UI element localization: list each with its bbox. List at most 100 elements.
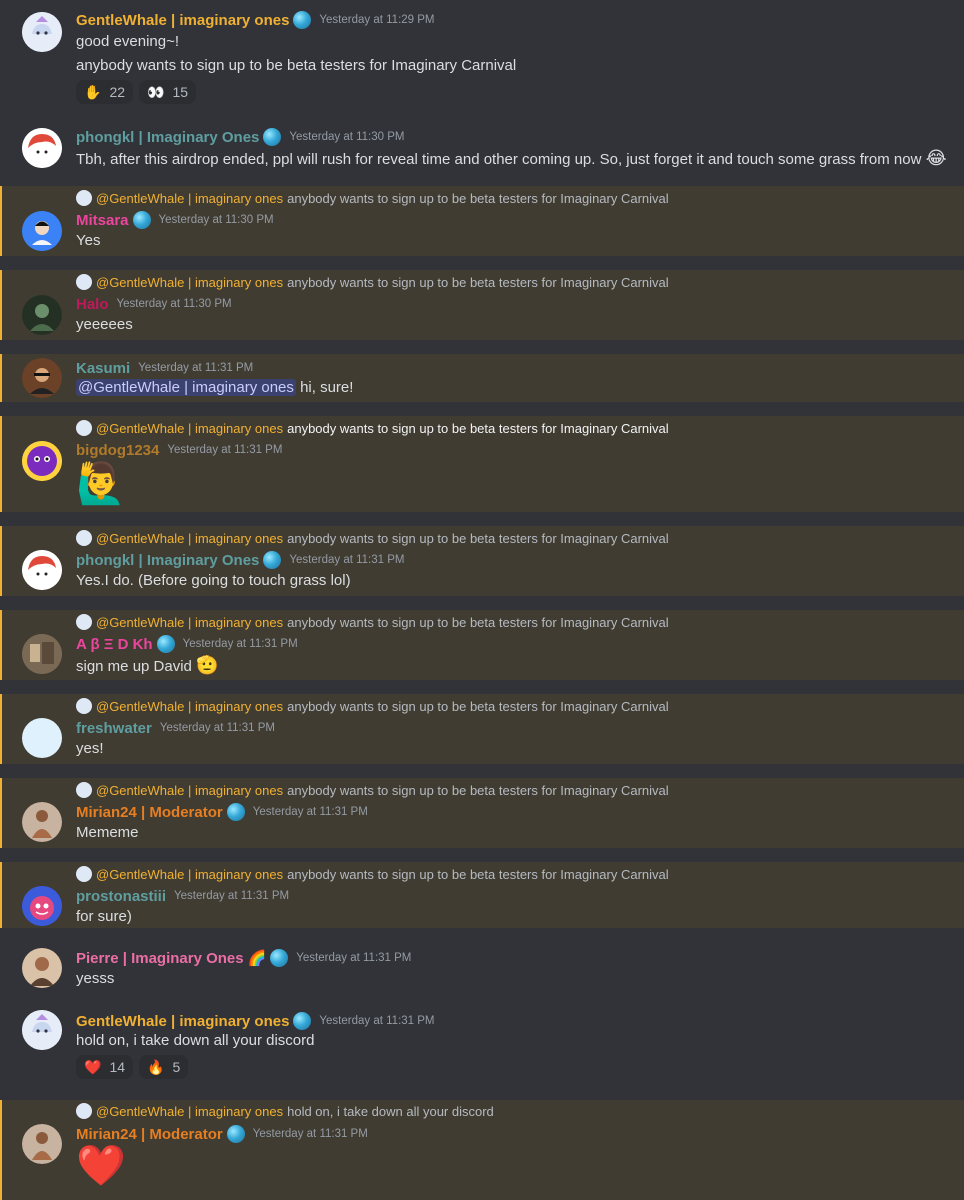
reply-preview[interactable]: @GentleWhale | imaginary ones anybody wa…: [76, 781, 669, 799]
reply-preview[interactable]: @GentleWhale | imaginary ones anybody wa…: [76, 189, 669, 207]
message[interactable]: @GentleWhale | imaginary ones anybody wa…: [0, 610, 964, 680]
reply-preview[interactable]: @GentleWhale | imaginary ones anybody wa…: [76, 697, 669, 715]
avatar[interactable]: [22, 550, 62, 590]
eyes-icon: 👀: [147, 83, 165, 100]
message-header: Halo Yesterday at 11:30 PM: [76, 293, 232, 315]
message-header: phongkl | Imaginary Ones Yesterday at 11…: [76, 549, 404, 571]
avatar[interactable]: [22, 802, 62, 842]
author-name[interactable]: phongkl | Imaginary Ones: [76, 129, 259, 146]
avatar[interactable]: [22, 128, 62, 168]
author-name[interactable]: Mirian24 | Moderator: [76, 804, 223, 821]
avatar[interactable]: [22, 358, 62, 398]
reply-avatar: [76, 274, 92, 290]
message-text: Mememe: [76, 824, 139, 841]
mention-highlight-bar: [0, 526, 2, 596]
author-name[interactable]: Halo: [76, 296, 109, 313]
reactions: ✋ 22 👀 15: [76, 80, 197, 104]
reply-text: anybody wants to sign up to be beta test…: [287, 274, 669, 290]
reaction-fire[interactable]: 🔥 5: [139, 1055, 189, 1079]
timestamp: Yesterday at 11:31 PM: [296, 952, 412, 964]
reply-avatar: [76, 782, 92, 798]
reply-text: anybody wants to sign up to be beta test…: [287, 190, 669, 206]
person-raising-hand-emoji-icon: 🙋‍♂️: [76, 462, 126, 506]
reaction-raised-hand[interactable]: ✋ 22: [76, 80, 134, 104]
avatar[interactable]: [22, 634, 62, 674]
message[interactable]: @GentleWhale | imaginary ones anybody wa…: [0, 778, 964, 848]
mention-highlight-bar: [0, 354, 2, 402]
avatar[interactable]: [22, 441, 62, 481]
author-name[interactable]: Kasumi: [76, 360, 130, 377]
timestamp: Yesterday at 11:31 PM: [289, 554, 405, 566]
message[interactable]: Kasumi Yesterday at 11:31 PM @GentleWhal…: [0, 354, 964, 402]
reaction-eyes[interactable]: 👀 15: [139, 80, 197, 104]
avatar[interactable]: [22, 1010, 62, 1050]
reply-preview[interactable]: @GentleWhale | imaginary ones anybody wa…: [76, 613, 669, 631]
author-name[interactable]: GentleWhale | imaginary ones: [76, 12, 289, 29]
avatar[interactable]: [22, 211, 62, 251]
message[interactable]: Pierre | Imaginary Ones 🌈 Yesterday at 1…: [0, 936, 964, 996]
author-name[interactable]: Mitsara: [76, 212, 129, 229]
message-text: yeeeees: [76, 316, 133, 333]
user-mention[interactable]: @GentleWhale | imaginary ones: [76, 379, 296, 396]
timestamp: Yesterday at 11:31 PM: [182, 638, 298, 650]
reply-preview[interactable]: @GentleWhale | imaginary ones anybody wa…: [76, 529, 669, 547]
reply-preview[interactable]: @GentleWhale | imaginary ones anybody wa…: [76, 865, 669, 883]
globe-badge-icon: [156, 635, 175, 653]
reply-author: @GentleWhale | imaginary ones: [96, 420, 284, 436]
message[interactable]: @GentleWhale | imaginary ones anybody wa…: [0, 694, 964, 764]
avatar[interactable]: [22, 718, 62, 758]
avatar[interactable]: [22, 295, 62, 335]
author-name[interactable]: prostonastiii: [76, 888, 166, 905]
author-name[interactable]: Pierre | Imaginary Ones: [76, 950, 244, 967]
message[interactable]: @GentleWhale | imaginary ones anybody wa…: [0, 526, 964, 596]
globe-badge-icon: [263, 128, 282, 146]
message-header: Mitsara Yesterday at 11:30 PM: [76, 209, 274, 231]
reply-preview[interactable]: @GentleWhale | imaginary ones hold on, i…: [76, 1102, 494, 1120]
mention-highlight-bar: [0, 416, 2, 512]
reaction-count: 14: [109, 1059, 126, 1075]
message[interactable]: GentleWhale | imaginary ones Yesterday a…: [0, 0, 964, 115]
reply-text: anybody wants to sign up to be beta test…: [287, 420, 669, 436]
globe-badge-icon: [270, 949, 289, 967]
message[interactable]: @GentleWhale | imaginary ones hold on, i…: [0, 1100, 964, 1200]
message-body: hi, sure!: [300, 379, 354, 396]
reply-preview[interactable]: @GentleWhale | imaginary ones anybody wa…: [76, 273, 669, 291]
message[interactable]: @GentleWhale | imaginary ones anybody wa…: [0, 862, 964, 928]
reply-preview[interactable]: @GentleWhale | imaginary ones anybody wa…: [76, 419, 669, 437]
avatar[interactable]: [22, 12, 62, 52]
reply-author: @GentleWhale | imaginary ones: [96, 866, 284, 882]
globe-badge-icon: [263, 551, 282, 569]
author-name[interactable]: Mirian24 | Moderator: [76, 1126, 223, 1143]
timestamp: Yesterday at 11:31 PM: [252, 1128, 368, 1140]
message-header: GentleWhale | imaginary ones Yesterday a…: [76, 1010, 435, 1032]
message[interactable]: @GentleWhale | imaginary ones anybody wa…: [0, 186, 964, 256]
reply-avatar: [76, 614, 92, 630]
author-name[interactable]: bigdog1234: [76, 442, 159, 459]
timestamp: Yesterday at 11:29 PM: [319, 14, 435, 26]
avatar[interactable]: [22, 1124, 62, 1164]
message-text: @GentleWhale | imaginary ones hi, sure!: [76, 378, 353, 398]
message[interactable]: GentleWhale | imaginary ones Yesterday a…: [0, 1000, 964, 1090]
message-text: Tbh, after this airdrop ended, ppl will …: [76, 148, 947, 170]
reply-avatar: [76, 190, 92, 206]
avatar[interactable]: [22, 948, 62, 988]
message-text: yes!: [76, 740, 104, 757]
message-header: freshwater Yesterday at 11:31 PM: [76, 717, 275, 739]
author-name[interactable]: A β Ξ D Kh: [76, 636, 153, 653]
author-name[interactable]: freshwater: [76, 720, 152, 737]
author-name[interactable]: phongkl | Imaginary Ones: [76, 552, 259, 569]
message[interactable]: phongkl | Imaginary Ones Yesterday at 11…: [0, 118, 964, 183]
author-name[interactable]: GentleWhale | imaginary ones: [76, 1013, 289, 1030]
message[interactable]: @GentleWhale | imaginary ones anybody wa…: [0, 270, 964, 340]
timestamp: Yesterday at 11:31 PM: [252, 806, 368, 818]
message-text: yesss: [76, 970, 115, 987]
globe-badge-icon: [132, 211, 151, 229]
message-header: bigdog1234 Yesterday at 11:31 PM: [76, 439, 282, 461]
reply-author: @GentleWhale | imaginary ones: [96, 614, 284, 630]
reaction-heart[interactable]: ❤️ 14: [76, 1055, 134, 1079]
message-text: Yes: [76, 232, 101, 249]
reaction-count: 5: [172, 1059, 181, 1075]
avatar[interactable]: [22, 886, 62, 926]
message[interactable]: @GentleWhale | imaginary ones anybody wa…: [0, 416, 964, 512]
mention-highlight-bar: [0, 694, 2, 764]
